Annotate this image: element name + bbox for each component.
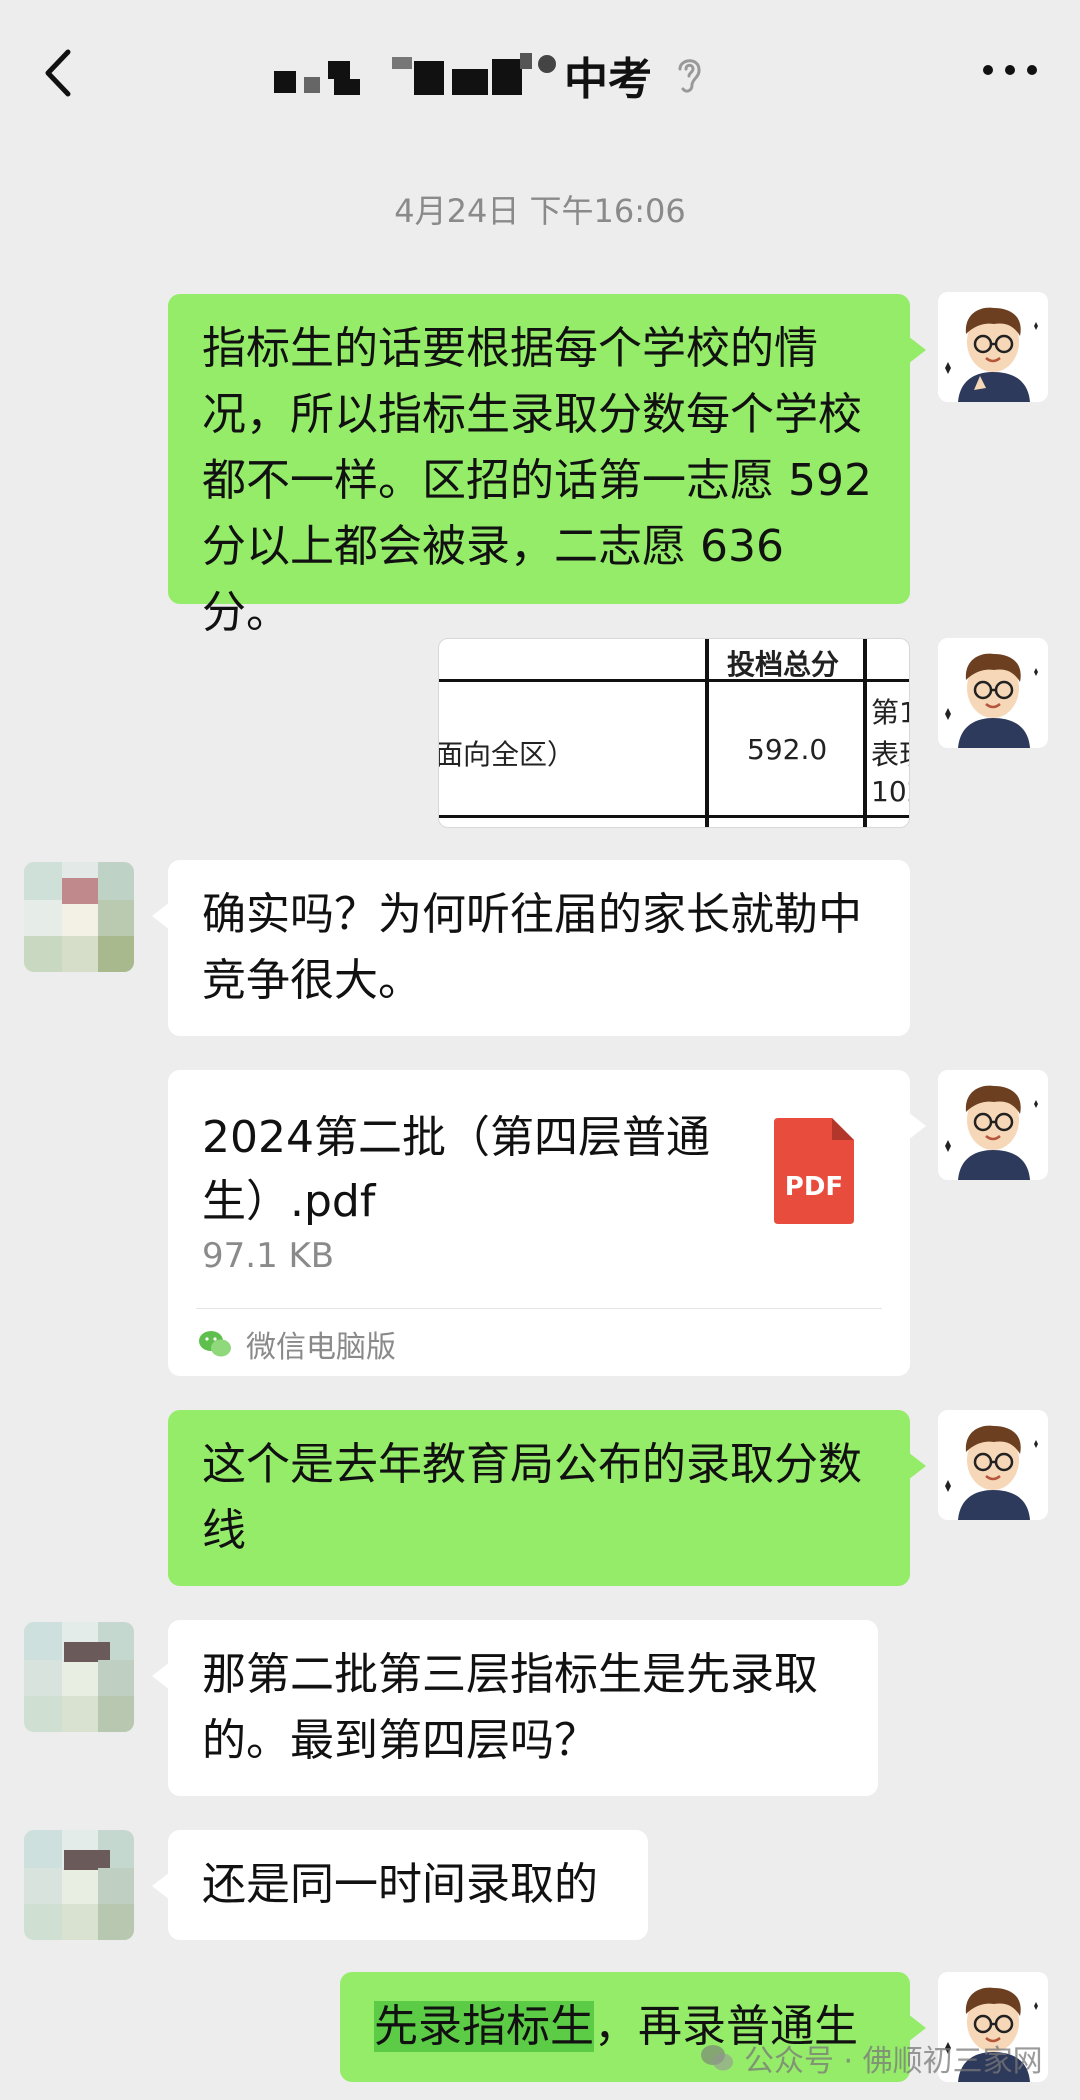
obscured-name-block <box>392 53 532 97</box>
wechat-icon <box>701 2045 733 2071</box>
avatar[interactable] <box>24 1830 134 1940</box>
pixelated-avatar-icon <box>24 1622 134 1732</box>
file-message[interactable]: 2024第二批（第四层普通生）.pdf 97.1 KB PDF 微信电脑版 <box>168 1070 926 1376</box>
message-bubble-received[interactable]: 确实吗？为何听往届的家长就勒中竞争很大。 <box>152 860 910 1036</box>
message-bubble-sent[interactable]: 指标生的话要根据每个学校的情况，所以指标生录取分数每个学校都不一样。区招的话第一… <box>168 294 926 638</box>
file-source: 微信电脑版 <box>198 1322 396 1366</box>
obscured-name-block <box>532 53 558 97</box>
table-side-cell: 表现 <box>871 738 909 771</box>
message-text: 那第二批第三层指标生是先录取的。最到第四层吗？ <box>202 1649 818 1766</box>
file-size: 97.1 KB <box>202 1236 335 1276</box>
avatar[interactable] <box>24 862 134 972</box>
cartoon-avatar-icon <box>938 1410 1048 1520</box>
message-bubble-received[interactable]: 那第二批第三层指标生是先录取的。最到第四层吗？ <box>152 1620 878 1796</box>
pixelated-avatar-icon <box>24 1830 134 1940</box>
message-timestamp: 4月24日 下午16:06 <box>394 192 686 230</box>
message-text: 这个是去年教育局公布的录取分数线 <box>202 1439 862 1556</box>
chat-title: 中考 <box>270 40 706 110</box>
watermark-text: 公众号 · 佛顺初三家网 <box>744 2044 1043 2079</box>
cartoon-avatar-icon <box>938 638 1048 748</box>
avatar[interactable] <box>938 638 1048 748</box>
pdf-file-icon <box>774 1118 854 1224</box>
more-icon[interactable] <box>980 60 1040 80</box>
message-text: 还是同一时间录取的 <box>202 1859 598 1910</box>
chat-header: 中考 <box>0 0 1080 140</box>
pixelated-avatar-icon <box>24 862 134 972</box>
file-name: 2024第二批（第四层普通生）.pdf <box>202 1112 710 1227</box>
divider <box>196 1308 882 1309</box>
table-value-cell: 592.0 <box>747 733 828 766</box>
cartoon-avatar-icon <box>938 292 1048 402</box>
ear-icon[interactable] <box>672 53 706 97</box>
obscured-name-block <box>270 53 362 97</box>
highlighted-text: 先录指标生 <box>374 2001 594 2052</box>
file-source-label: 微信电脑版 <box>246 1330 396 1365</box>
wechat-icon <box>199 1331 231 1357</box>
table-side-cell: 102 <box>871 775 909 808</box>
chevron-left-icon[interactable] <box>40 48 80 98</box>
message-text: 指标生的话要根据每个学校的情况，所以指标生录取分数每个学校都不一样。区招的话第一… <box>202 323 872 638</box>
avatar[interactable] <box>938 1070 1048 1180</box>
image-message[interactable]: 投档总分 面向全区） 592.0 第1 表现 102 <box>438 638 910 828</box>
watermark: 公众号 · 佛顺初三家网 <box>700 2036 1043 2080</box>
table-row-label: 面向全区） <box>438 738 576 771</box>
avatar[interactable] <box>938 1410 1048 1520</box>
message-text: 确实吗？为何听往届的家长就勒中竞争很大。 <box>202 889 862 1006</box>
message-bubble-sent[interactable]: 这个是去年教育局公布的录取分数线 <box>168 1410 926 1586</box>
table-side-cell: 第1 <box>871 696 909 729</box>
avatar[interactable] <box>24 1622 134 1732</box>
table-header-cell: 投档总分 <box>727 648 840 681</box>
cartoon-avatar-icon <box>938 1070 1048 1180</box>
chat-title-text: 中考 <box>564 54 652 105</box>
avatar[interactable] <box>938 292 1048 402</box>
message-bubble-received[interactable]: 还是同一时间录取的 <box>152 1830 648 1940</box>
pdf-file-label: PDF <box>784 1172 844 1202</box>
